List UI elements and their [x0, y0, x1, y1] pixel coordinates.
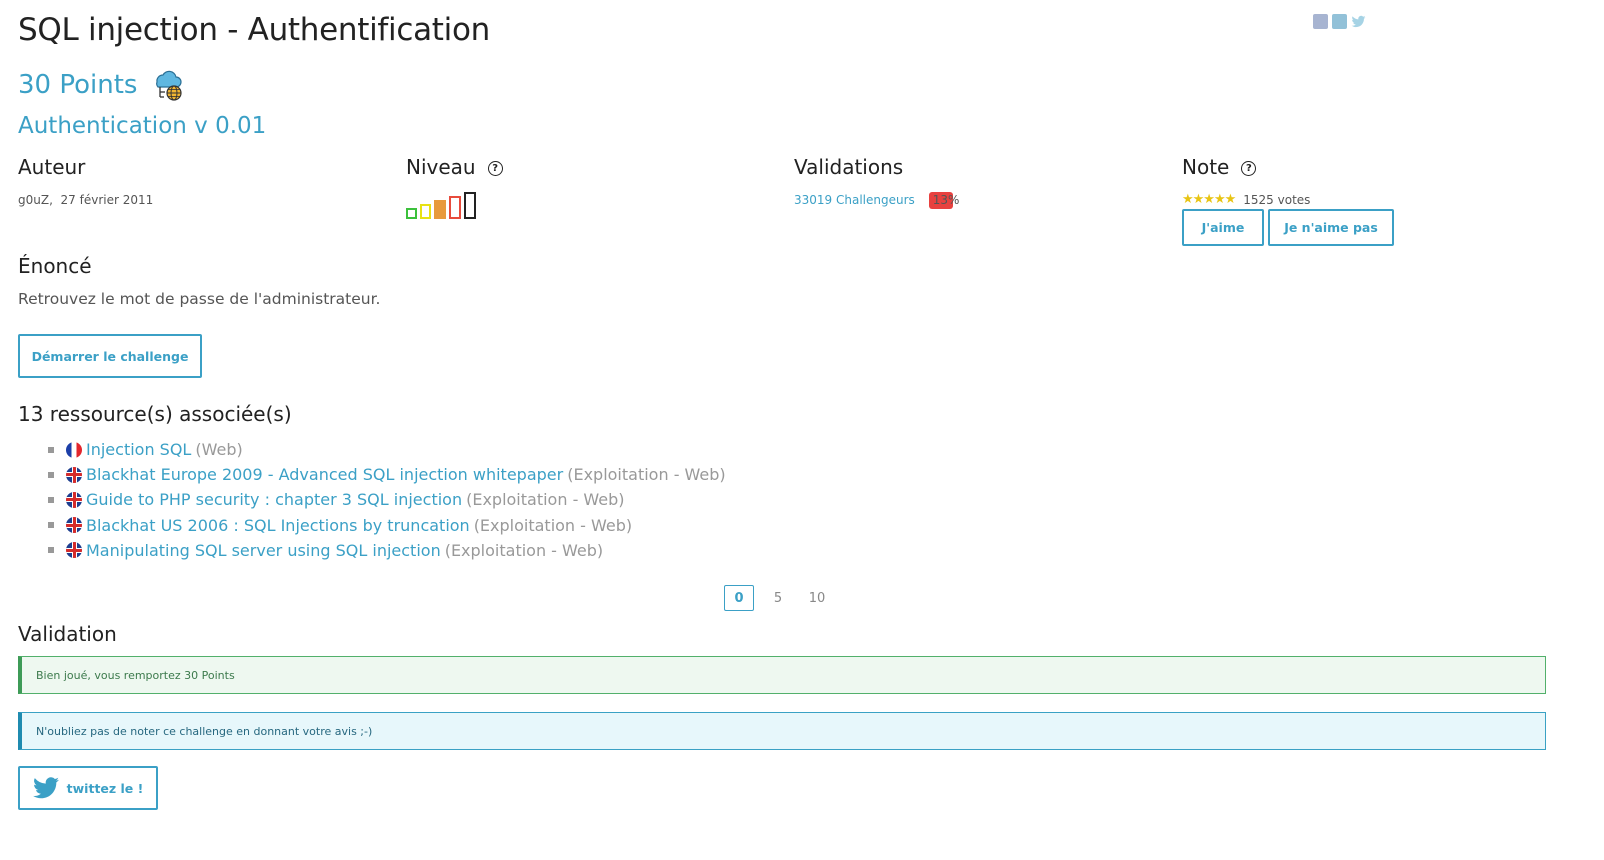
resources-list: Injection SQL (Web) Blackhat Europe 2009…: [48, 437, 726, 563]
resource-link[interactable]: Blackhat Europe 2009 - Advanced SQL inje…: [86, 465, 563, 484]
resource-link[interactable]: Injection SQL: [86, 440, 191, 459]
validations-heading: Validations: [794, 155, 904, 179]
info-alert: N'oubliez pas de noter ce challenge en d…: [18, 712, 1546, 750]
level-bar-2: [420, 204, 431, 219]
resource-category: (Exploitation - Web): [466, 490, 625, 510]
author-info: g0uZ, 27 février 2011: [18, 193, 153, 207]
page-10-button[interactable]: 10: [802, 585, 832, 611]
social-share-links: [1313, 14, 1366, 29]
uk-flag-icon: [66, 542, 82, 559]
help-icon[interactable]: ?: [1241, 161, 1257, 176]
level-bar-4: [449, 196, 461, 219]
facebook-icon[interactable]: [1313, 14, 1328, 29]
uk-flag-icon: [66, 491, 82, 508]
like-button[interactable]: J'aime: [1182, 209, 1264, 246]
level-bar-5: [464, 192, 476, 219]
points-row: 30 Points: [18, 68, 185, 102]
resource-category: (Web): [195, 440, 243, 460]
resource-link[interactable]: Manipulating SQL server using SQL inject…: [86, 541, 441, 560]
note-heading: Note: [1182, 155, 1230, 179]
twitter-share-icon[interactable]: [1351, 14, 1366, 29]
author-heading: Auteur: [18, 155, 86, 179]
french-flag-icon: [66, 441, 82, 458]
page-5-button[interactable]: 5: [763, 585, 793, 611]
level-bar-3: [434, 200, 446, 219]
author-column: Auteur g0uZ, 27 février 2011: [18, 155, 153, 207]
difficulty-bars: [406, 191, 503, 219]
level-column: Niveau ?: [406, 155, 503, 219]
resource-category: (Exploitation - Web): [473, 515, 633, 535]
network-globe-icon: [156, 70, 183, 101]
list-item: Blackhat Europe 2009 - Advanced SQL inje…: [48, 462, 726, 487]
dislike-button[interactable]: Je n'aime pas: [1268, 209, 1394, 246]
start-challenge-button[interactable]: Démarrer le challenge: [18, 334, 202, 378]
level-heading: Niveau: [406, 155, 476, 179]
success-alert: Bien joué, vous remportez 30 Points: [18, 656, 1546, 694]
list-item: Manipulating SQL server using SQL inject…: [48, 538, 726, 563]
list-item: Guide to PHP security : chapter 3 SQL in…: [48, 487, 726, 512]
tweet-label: twittez le !: [66, 780, 144, 796]
validation-percent: 13%: [932, 193, 960, 207]
tweet-button[interactable]: twittez le !: [18, 766, 158, 810]
resource-category: (Exploitation - Web): [444, 540, 604, 560]
vote-count: 1525 votes: [1243, 192, 1311, 207]
statement-heading: Énoncé: [18, 254, 92, 278]
twitter-icon: [32, 777, 59, 799]
rating-stars: ★★★★★: [1182, 192, 1236, 207]
uk-flag-icon: [66, 466, 82, 483]
validations-column: Validations 33019 Challengeurs 13%: [794, 155, 960, 209]
points-label: 30 Points: [18, 70, 138, 100]
resource-link[interactable]: Guide to PHP security : chapter 3 SQL in…: [86, 490, 462, 509]
linkedin-icon[interactable]: [1332, 14, 1347, 29]
statement-text: Retrouvez le mot de passe de l'administr…: [18, 290, 381, 308]
list-item: Injection SQL (Web): [48, 437, 726, 462]
page-0-button[interactable]: 0: [724, 585, 754, 611]
challengers-link[interactable]: 33019 Challengeurs: [794, 193, 915, 207]
page-title: SQL injection - Authentification: [18, 12, 490, 48]
resource-category: (Exploitation - Web): [567, 465, 726, 485]
challenge-subtitle[interactable]: Authentication v 0.01: [18, 113, 266, 139]
pagination: 0 5 10: [724, 585, 841, 611]
validation-heading: Validation: [18, 622, 117, 646]
list-item: Blackhat US 2006 : SQL Injections by tru…: [48, 513, 726, 538]
author-name[interactable]: g0uZ,: [18, 193, 53, 207]
validation-percent-badge: 13%: [928, 192, 960, 209]
publish-date: 27 février 2011: [60, 193, 154, 207]
note-column: Note ? ★★★★★ 1525 votes J'aime Je n'aime…: [1182, 155, 1394, 246]
uk-flag-icon: [66, 517, 82, 534]
help-icon[interactable]: ?: [487, 161, 503, 176]
level-bar-1: [406, 208, 417, 219]
resources-heading: 13 ressource(s) associée(s): [18, 402, 292, 426]
resource-link[interactable]: Blackhat US 2006 : SQL Injections by tru…: [86, 516, 470, 535]
